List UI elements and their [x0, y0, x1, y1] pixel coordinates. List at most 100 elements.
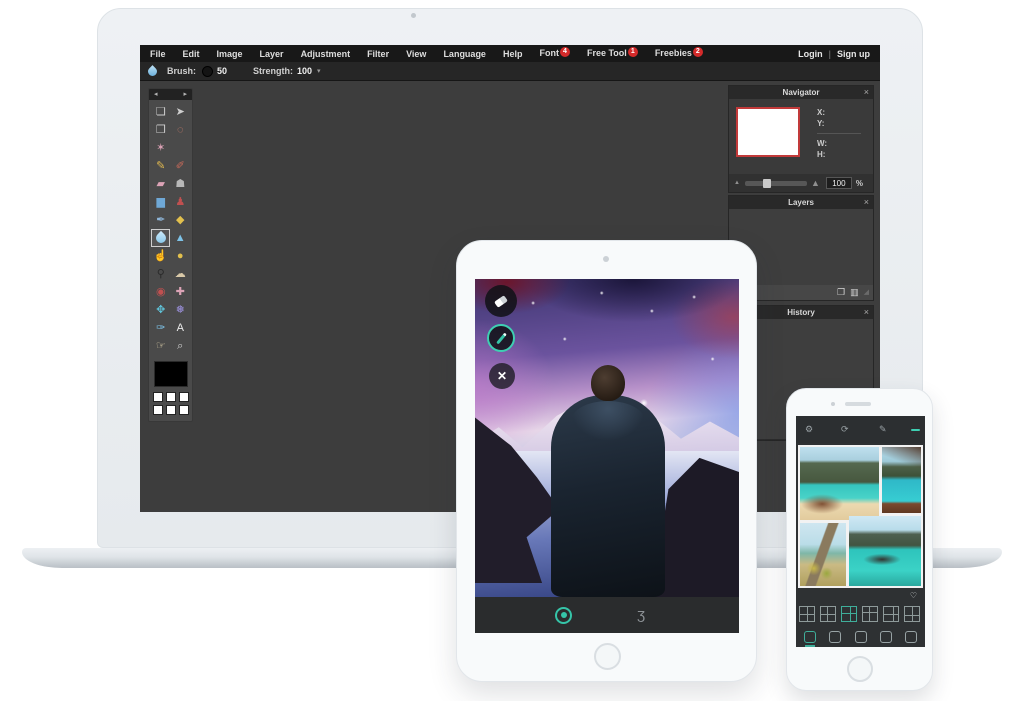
settings-icon[interactable]: ⚙ [805, 416, 813, 443]
zoom-in-icon[interactable]: ▲ [811, 178, 820, 188]
strength-caret-icon[interactable]: ▾ [317, 67, 321, 75]
menu-item-view[interactable]: View [406, 49, 426, 59]
tab-shapes[interactable] [829, 631, 841, 643]
menu-item-label: Freebies [655, 48, 692, 58]
brush-button[interactable] [487, 324, 515, 352]
done-icon[interactable] [911, 416, 920, 443]
sharpen-tool[interactable]: ▲ [171, 229, 190, 247]
navigator-close-icon[interactable]: × [864, 86, 869, 99]
wand-tool[interactable]: ✶ [151, 139, 170, 157]
brush-size-value[interactable]: 50 [217, 66, 227, 76]
zoom-slider-thumb[interactable] [763, 179, 771, 188]
collage-photo-coconuts[interactable] [800, 523, 846, 586]
phone-home-button[interactable] [847, 656, 873, 682]
heal-tool[interactable]: ✚ [171, 283, 190, 301]
clone-stamp-tool[interactable]: ☗ [171, 175, 190, 193]
move-tool[interactable]: ➤ [171, 103, 190, 121]
eyedropper-tool[interactable]: ✑ [151, 319, 170, 337]
color-swatch[interactable] [166, 392, 176, 402]
lasso-tool[interactable]: ◌ [171, 121, 190, 139]
tab-background[interactable] [880, 631, 892, 643]
strength-value[interactable]: 100 [297, 66, 312, 76]
brush-preview[interactable] [202, 66, 213, 77]
collage-photo-longtail-boat[interactable] [849, 516, 921, 586]
color-swatch[interactable] [153, 392, 163, 402]
new-layer-icon[interactable]: ❐ [837, 285, 845, 300]
zoom-tool[interactable]: ⌕ [171, 337, 190, 355]
tablet-camera-dot [603, 256, 609, 262]
menu-item-free-tool[interactable]: Free Tool1 [587, 48, 638, 60]
color-swatch[interactable] [179, 405, 189, 415]
navigator-preview[interactable] [736, 107, 800, 157]
tablet-photo-canvas[interactable] [475, 279, 739, 597]
layers-close-icon[interactable]: × [864, 196, 869, 209]
color-swatch[interactable] [179, 392, 189, 402]
shuffle-icon[interactable]: ⟳ [841, 416, 849, 443]
sponge-tool[interactable]: ☁ [171, 265, 190, 283]
pen-tool[interactable]: ✒ [151, 211, 170, 229]
red-eye-tool[interactable]: ◉ [151, 283, 170, 301]
eraser-icon [494, 295, 508, 308]
resize-corner[interactable]: ◢ [864, 285, 869, 300]
layout-option-3[interactable] [841, 606, 857, 622]
menu-item-adjustment[interactable]: Adjustment [301, 49, 351, 59]
marquee-tool[interactable]: ❒ [151, 121, 170, 139]
gesture-button[interactable]: ʒ [637, 597, 645, 633]
palette-prev-icon[interactable]: ◂ [154, 89, 158, 100]
close-button[interactable]: ✕ [489, 363, 515, 389]
menu-item-image[interactable]: Image [217, 49, 243, 59]
tablet-home-button[interactable] [594, 643, 621, 670]
pinch-tool[interactable]: ❅ [171, 301, 190, 319]
menu-item-font[interactable]: Font4 [539, 48, 570, 60]
layout-option-6[interactable] [904, 606, 920, 622]
fill-tool[interactable]: ◆ [171, 211, 190, 229]
gradient-tool[interactable]: ▆ [151, 193, 170, 211]
layout-option-4[interactable] [862, 606, 878, 622]
color-swatch[interactable] [166, 405, 176, 415]
zoom-slider[interactable] [745, 181, 807, 186]
zoom-out-icon[interactable]: ▲ [734, 180, 740, 186]
delete-layer-icon[interactable]: ▥ [850, 285, 859, 300]
tab-frames[interactable] [855, 631, 867, 643]
smudge-tool[interactable]: ☝ [151, 247, 170, 265]
stamp-tool[interactable]: ♟ [171, 193, 190, 211]
zoom-value-input[interactable]: 100 [826, 177, 852, 189]
auth-link-login[interactable]: Login [798, 49, 823, 59]
menu-item-help[interactable]: Help [503, 49, 523, 59]
menu-item-file[interactable]: File [150, 49, 166, 59]
phone-speaker [845, 402, 871, 406]
bloat-tool[interactable]: ✥ [151, 301, 170, 319]
auth-link-sign-up[interactable]: Sign up [837, 49, 870, 59]
record-button[interactable] [555, 607, 572, 624]
eraser-tool[interactable]: ▰ [151, 175, 170, 193]
palette-next-icon[interactable]: ▸ [183, 89, 187, 100]
menu-item-edit[interactable]: Edit [183, 49, 200, 59]
collage-photo-beach-boat[interactable] [800, 447, 879, 520]
heart-icon[interactable]: ♡ [910, 591, 917, 600]
crop-tool[interactable]: ❏ [151, 103, 170, 121]
eraser-button[interactable] [485, 285, 517, 317]
history-close-icon[interactable]: × [864, 306, 869, 319]
collage-photo-boat-bow[interactable] [882, 447, 921, 513]
color-swatch[interactable] [153, 405, 163, 415]
tab-layouts[interactable] [804, 631, 816, 643]
tab-export[interactable] [905, 631, 917, 643]
blur-tool[interactable] [151, 229, 170, 247]
layout-option-1[interactable] [799, 606, 815, 622]
menu-item-language[interactable]: Language [443, 49, 486, 59]
menu-item-freebies[interactable]: Freebies2 [655, 48, 703, 60]
menu-item-filter[interactable]: Filter [367, 49, 389, 59]
hand-tool[interactable]: ☞ [151, 337, 170, 355]
layout-option-2[interactable] [820, 606, 836, 622]
burn-tool[interactable]: ⚲ [151, 265, 170, 283]
edit-icon[interactable]: ✎ [879, 416, 887, 443]
text-tool[interactable]: A [171, 319, 190, 337]
dodge-tool[interactable]: ● [171, 247, 190, 265]
foreground-color-swatch[interactable] [154, 361, 188, 387]
layout-option-5[interactable] [883, 606, 899, 622]
layout-hline [842, 613, 856, 614]
menu-item-layer[interactable]: Layer [260, 49, 284, 59]
pencil-tool[interactable]: ✎ [151, 157, 170, 175]
field-y: Y: [817, 118, 865, 129]
brush-tool[interactable]: ✐ [171, 157, 190, 175]
